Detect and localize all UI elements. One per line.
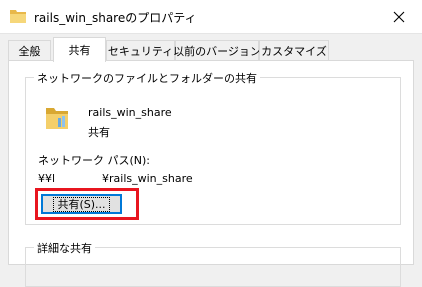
tab-sharing[interactable]: 共有 (53, 37, 106, 62)
share-status: 共有 (88, 126, 110, 139)
network-sharing-group: ネットワークのファイルとフォルダーの共有 rails_win_share 共有 … (25, 70, 401, 225)
network-path-host: ¥¥l (38, 172, 56, 185)
network-path-value: ¥¥l ¥rails_win_share (38, 172, 193, 185)
title-bar: rails_win_shareのプロパティ (0, 0, 422, 34)
advanced-sharing-group-title: 詳細な共有 (34, 240, 95, 256)
close-button[interactable] (376, 0, 422, 33)
network-sharing-group-title: ネットワークのファイルとフォルダーの共有 (34, 70, 260, 86)
folder-icon (46, 108, 68, 129)
close-icon (393, 11, 405, 22)
folder-name: rails_win_share (88, 106, 172, 119)
tab-general[interactable]: 全般 (8, 40, 51, 60)
tab-security[interactable]: セキュリティ (106, 40, 175, 60)
tab-previous-versions[interactable]: 以前のバージョン (173, 40, 261, 60)
folder-icon (10, 10, 26, 23)
advanced-sharing-group: 詳細な共有 (25, 240, 401, 287)
network-path-share: ¥rails_win_share (102, 172, 193, 185)
tab-customize[interactable]: カスタマイズ (259, 40, 329, 60)
window-title: rails_win_shareのプロパティ (34, 11, 197, 25)
network-path-label: ネットワーク パス(N): (38, 154, 151, 167)
share-button[interactable]: 共有(S)... (41, 194, 122, 214)
share-button-label: 共有(S)... (53, 196, 110, 212)
sharing-panel: ネットワークのファイルとフォルダーの共有 rails_win_share 共有 … (8, 60, 414, 287)
